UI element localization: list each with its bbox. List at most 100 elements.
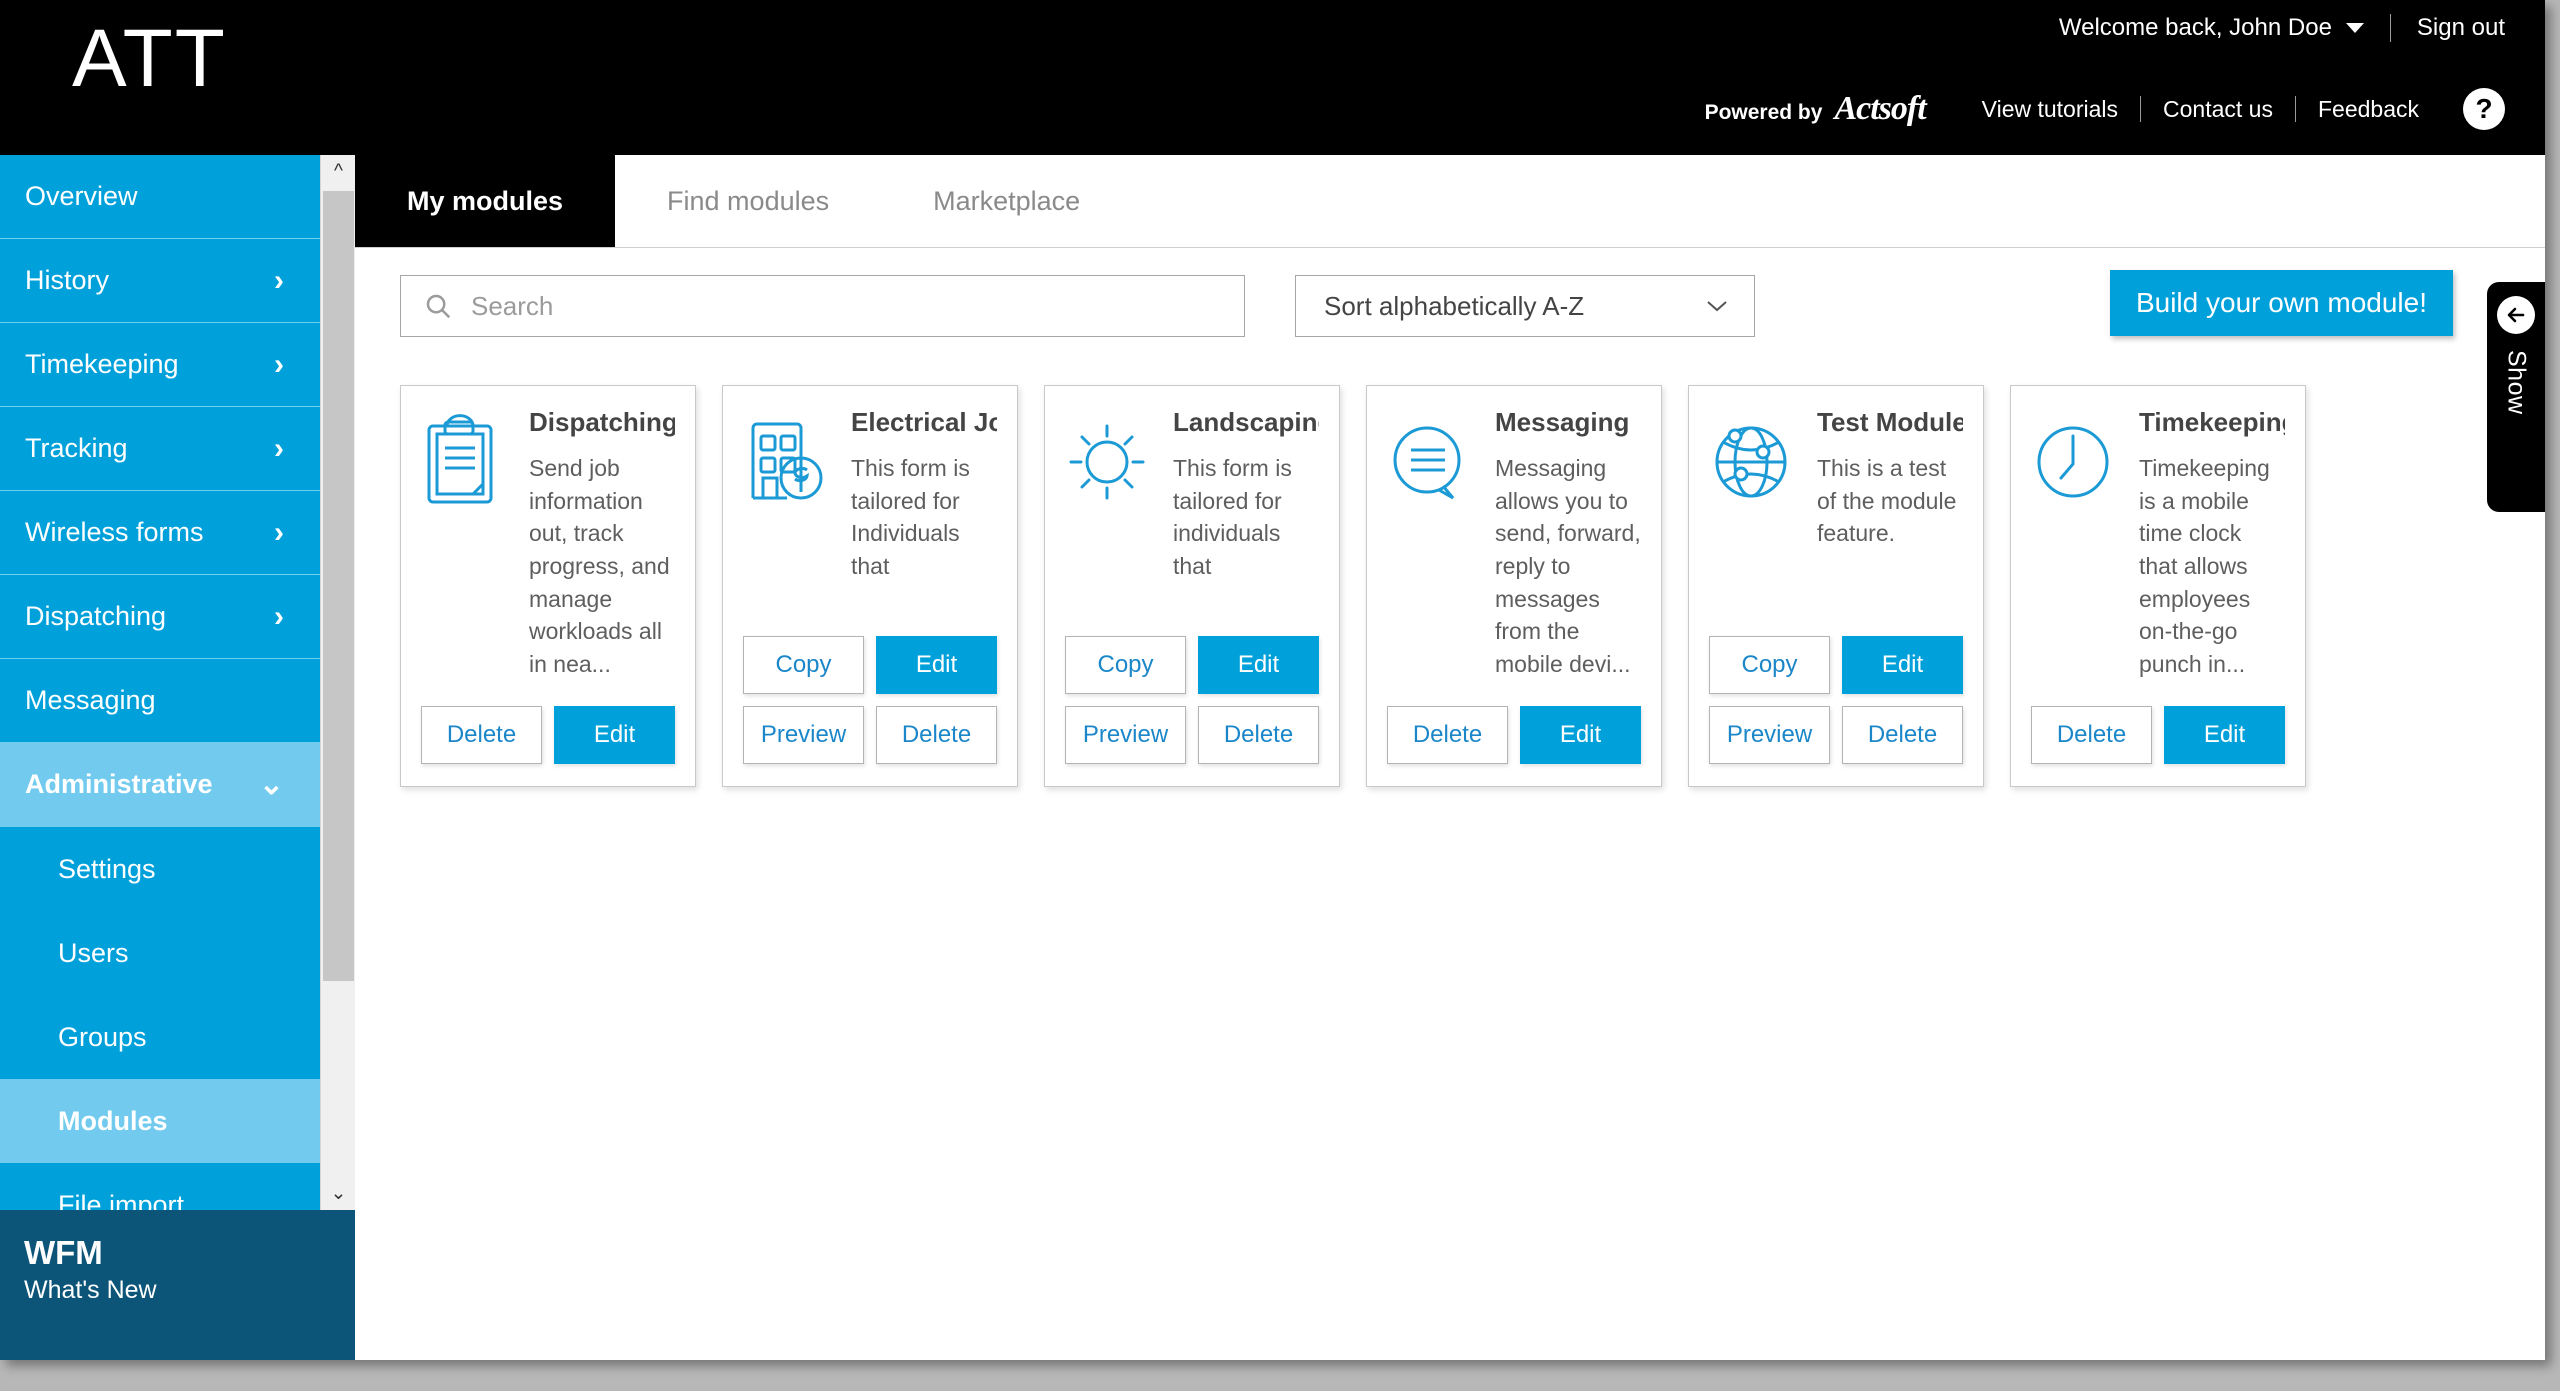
edit-button[interactable]: Edit [1198, 636, 1319, 695]
sort-dropdown[interactable]: Sort alphabetically A-Z [1295, 275, 1755, 337]
scrollbar-thumb[interactable] [323, 191, 354, 981]
sidebar-item-users[interactable]: Users [0, 911, 320, 995]
search-icon [426, 294, 451, 319]
card-body: Dispatching Send job information out, tr… [529, 408, 675, 680]
build-your-own-module-button[interactable]: Build your own module! [2109, 270, 2453, 336]
view-tutorials-link[interactable]: View tutorials [1960, 96, 2140, 123]
module-card[interactable]: Dispatching Send job information out, tr… [400, 385, 696, 788]
module-card[interactable]: Electrical Job E... This form is tailore… [722, 385, 1018, 788]
sidebar-scrollbar[interactable]: ^ ⌄ [320, 155, 355, 1210]
edit-button[interactable]: Edit [2164, 706, 2285, 765]
whats-new-link[interactable]: What's New [24, 1276, 355, 1305]
sidebar-item-label: Timekeeping [25, 349, 179, 379]
globe-network-icon [1709, 408, 1801, 550]
wfm-title: WFM [24, 1234, 103, 1271]
edit-button[interactable]: Edit [1520, 706, 1641, 765]
sidebar-item-messaging[interactable]: Messaging [0, 659, 320, 743]
sidebar-item-timekeeping[interactable]: Timekeeping › [0, 323, 320, 407]
contact-us-link[interactable]: Contact us [2141, 96, 2295, 123]
preview-button[interactable]: Preview [1709, 706, 1830, 765]
search-placeholder: Search [471, 290, 554, 321]
sidebar-item-label: Wireless forms [25, 517, 204, 547]
preview-button[interactable]: Preview [743, 706, 864, 765]
sidebar-item-groups[interactable]: Groups [0, 995, 320, 1079]
feedback-link[interactable]: Feedback [2296, 96, 2441, 123]
card-description: This form is tailored for Individuals th… [851, 454, 970, 579]
show-label: Show [2502, 350, 2531, 415]
card-description: This is a test of the module feature. [1817, 454, 1957, 547]
chevron-down-icon: ⌄ [258, 767, 284, 801]
sidebar-item-modules[interactable]: Modules [0, 1079, 320, 1163]
help-icon[interactable]: ? [2463, 88, 2505, 130]
sidebar-item-history[interactable]: History › [0, 239, 320, 323]
sidebar-item-file-import[interactable]: File import [0, 1163, 320, 1210]
clipboard-icon [421, 408, 513, 680]
sidebar-item-settings[interactable]: Settings [0, 827, 320, 911]
header-top-links: Welcome back, John Doe Sign out [2059, 14, 2505, 42]
user-menu[interactable]: Welcome back, John Doe [2059, 14, 2390, 42]
card-actions: Delete Edit [421, 680, 675, 765]
sidebar-item-label: Groups [58, 1021, 147, 1052]
module-card[interactable]: Messaging Messaging allows you to send, … [1366, 385, 1662, 788]
copy-button[interactable]: Copy [1065, 636, 1186, 695]
delete-button[interactable]: Delete [1842, 706, 1963, 765]
show-panel-toggle[interactable]: Show [2487, 282, 2545, 512]
card-body: Test Module This is a test of the module… [1817, 408, 1963, 550]
app-header: ATT Welcome back, John Doe Sign out Powe… [0, 0, 2545, 155]
sidebar-item-label: Users [58, 937, 129, 968]
card-title: Timekeeping [2139, 408, 2285, 437]
sidebar-item-label: Settings [58, 853, 156, 884]
card-header: Landscaping Jo... This form is tailored … [1065, 408, 1319, 583]
tab-find-modules[interactable]: Find modules [615, 155, 881, 247]
speech-bubble-icon [1387, 408, 1479, 680]
module-card[interactable]: Timekeeping Timekeeping is a mobile time… [2010, 385, 2306, 788]
sidebar-item-overview[interactable]: Overview [0, 155, 320, 239]
sidebar-item-dispatching[interactable]: Dispatching › [0, 575, 320, 659]
card-header: Test Module This is a test of the module… [1709, 408, 1963, 550]
edit-button[interactable]: Edit [554, 706, 675, 765]
delete-button[interactable]: Delete [1387, 706, 1508, 765]
card-body: Landscaping Jo... This form is tailored … [1173, 408, 1319, 583]
card-header: Timekeeping Timekeeping is a mobile time… [2031, 408, 2285, 680]
sidebar-item-label: Modules [58, 1105, 168, 1136]
copy-button[interactable]: Copy [1709, 636, 1830, 695]
preview-button[interactable]: Preview [1065, 706, 1186, 765]
sidebar-nav: Overview History › Timekeeping › Trackin… [0, 155, 320, 1210]
sidebar: Overview History › Timekeeping › Trackin… [0, 155, 355, 1360]
edit-button[interactable]: Edit [876, 636, 997, 695]
copy-button[interactable]: Copy [743, 636, 864, 695]
sign-out-link[interactable]: Sign out [2391, 14, 2505, 42]
card-description: This form is tailored for individuals th… [1173, 454, 1292, 579]
card-description: Send job information out, track progress… [529, 454, 670, 677]
card-header: Dispatching Send job information out, tr… [421, 408, 675, 680]
delete-button[interactable]: Delete [876, 706, 997, 765]
sidebar-item-administrative[interactable]: Administrative ⌄ [0, 743, 320, 827]
scroll-down-icon[interactable]: ⌄ [321, 1176, 356, 1210]
sidebar-item-tracking[interactable]: Tracking › [0, 407, 320, 491]
card-title: Electrical Job E... [851, 408, 997, 437]
delete-button[interactable]: Delete [421, 706, 542, 765]
edit-button[interactable]: Edit [1842, 636, 1963, 695]
arrow-left-icon [2497, 296, 2535, 334]
tab-marketplace[interactable]: Marketplace [881, 155, 1132, 247]
sort-value: Sort alphabetically A-Z [1324, 290, 1585, 321]
delete-button[interactable]: Delete [2031, 706, 2152, 765]
card-title: Landscaping Jo... [1173, 408, 1319, 437]
card-description: Messaging allows you to send, forward, r… [1495, 454, 1641, 677]
toolbar: Search Sort alphabetically A-Z Build you… [355, 248, 2545, 353]
chevron-down-icon [2345, 23, 2364, 33]
delete-button[interactable]: Delete [1198, 706, 1319, 765]
chevron-right-icon: › [274, 599, 284, 633]
scroll-up-icon[interactable]: ^ [321, 155, 356, 189]
sidebar-item-label: Overview [25, 181, 138, 211]
wfm-footer[interactable]: WFM What's New [0, 1210, 355, 1360]
sidebar-item-wireless-forms[interactable]: Wireless forms › [0, 491, 320, 575]
card-title: Dispatching [529, 408, 675, 437]
sidebar-item-label: Dispatching [25, 601, 167, 631]
tab-my-modules[interactable]: My modules [355, 155, 616, 247]
module-card[interactable]: Landscaping Jo... This form is tailored … [1044, 385, 1340, 788]
sun-icon [1065, 408, 1157, 583]
search-input[interactable]: Search [400, 275, 1245, 337]
card-header: Electrical Job E... This form is tailore… [743, 408, 997, 583]
module-card[interactable]: Test Module This is a test of the module… [1688, 385, 1984, 788]
